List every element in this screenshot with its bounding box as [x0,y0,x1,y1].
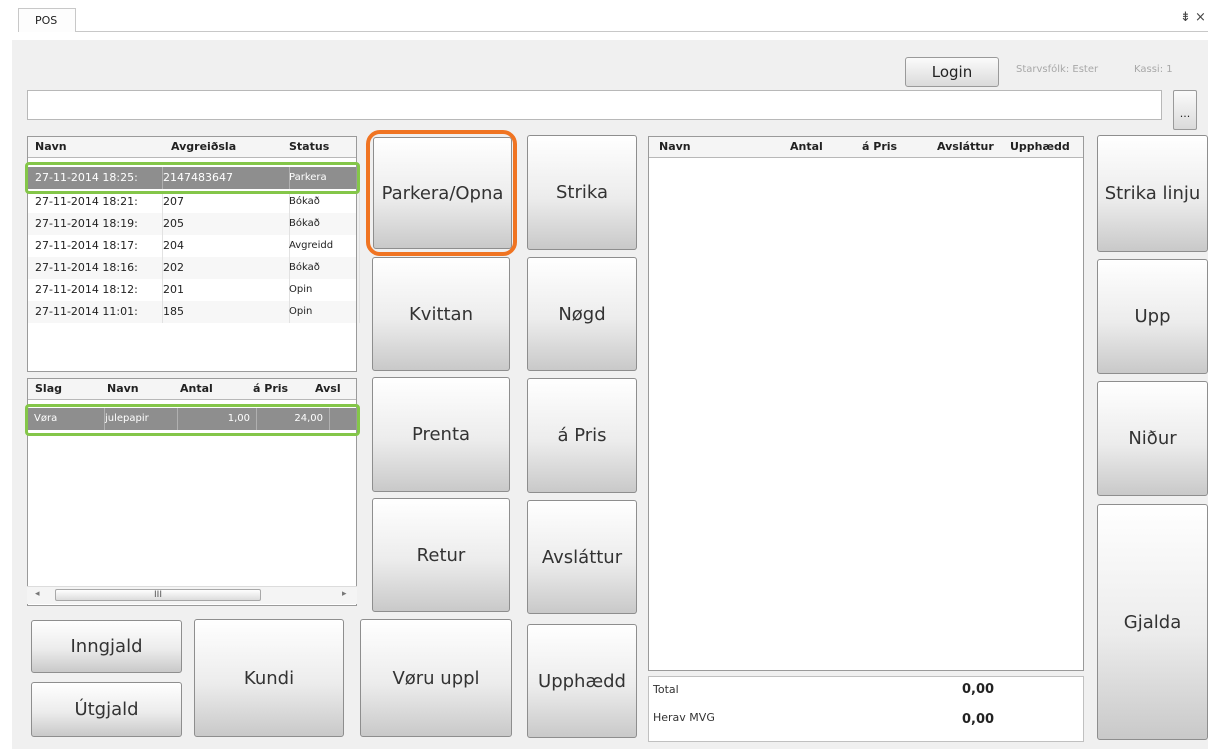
items-header: Slag Navn Antal á Pris Avsl [28,379,356,400]
a-pris-button[interactable]: á Pris [527,378,637,493]
tab-divider [76,31,1208,32]
tab-title: POS [35,14,58,27]
table-row[interactable]: 27-11-2014 18:12: 201 Opin [28,279,360,301]
cart-header: Navn Antal á Pris Avsláttur Upphædd [649,137,1083,158]
pin-close-icon[interactable]: ⇟ × [1180,10,1206,25]
register-label: Kassi: 1 [1134,64,1173,75]
column-header-navn[interactable]: Navn [35,137,155,157]
vat-value: 0,00 [962,712,995,727]
column-header-upphaedd[interactable]: Upphædd [1010,137,1082,157]
inngjald-button[interactable]: Inngjald [31,620,182,673]
kundi-button[interactable]: Kundi [194,619,344,737]
column-header-avslattur[interactable]: Avsláttur [937,137,1009,157]
column-header-avgreidsla[interactable]: Avgreiðsla [171,137,281,157]
voru-uppl-button[interactable]: Vøru uppl [360,619,512,737]
selected-item-highlight [25,404,360,436]
search-input[interactable] [27,90,1162,120]
nidur-button[interactable]: Niður [1097,381,1208,496]
upphaedd-button[interactable]: Upphædd [527,624,637,738]
column-header-status[interactable]: Status [289,137,349,157]
total-label: Total [653,683,679,696]
column-header-antal[interactable]: Antal [790,137,850,157]
scroll-left-icon[interactable]: ◂ [35,589,40,599]
scroll-thumb[interactable]: III [55,589,261,601]
vat-label: Herav MVG [653,711,715,724]
orders-header: Navn Avgreiðsla Status [28,137,356,158]
avslattur-button[interactable]: Avsláttur [527,500,637,614]
kvittan-button[interactable]: Kvittan [372,257,510,371]
upp-button[interactable]: Upp [1097,259,1208,374]
cart-grid: Navn Antal á Pris Avsláttur Upphædd [648,136,1084,671]
table-row[interactable]: 27-11-2014 18:16: 202 Bókað [28,257,360,279]
column-header-navn[interactable]: Navn [107,379,167,399]
column-header-a-pris[interactable]: á Pris [253,379,308,399]
strika-linju-button[interactable]: Strika linju [1097,135,1208,252]
totals-panel [648,676,1084,742]
staff-label: Starvsfólk: Ester [1016,64,1099,75]
column-header-antal[interactable]: Antal [180,379,235,399]
table-row[interactable]: 27-11-2014 18:19: 205 Bókað [28,213,360,235]
column-header-a-pris[interactable]: á Pris [862,137,922,157]
scroll-right-icon[interactable]: ▸ [342,589,347,599]
strika-button[interactable]: Strika [527,135,637,250]
tab-strip [0,0,1208,40]
utgjald-button[interactable]: Útgjald [31,682,182,737]
column-header-navn[interactable]: Navn [659,137,779,157]
tab-pos[interactable]: POS [18,8,76,32]
column-header-avsl[interactable]: Avsl [315,379,355,399]
table-row[interactable]: 27-11-2014 11:01: 185 Opin [28,301,360,323]
browse-button[interactable]: ... [1173,90,1197,130]
selected-order-highlight [25,162,360,194]
prenta-button[interactable]: Prenta [372,377,510,492]
gjalda-button[interactable]: Gjalda [1097,504,1208,740]
table-row[interactable]: 27-11-2014 18:17: 204 Avgreidd [28,235,360,257]
column-header-slag[interactable]: Slag [35,379,95,399]
retur-button[interactable]: Retur [372,498,510,612]
table-row[interactable]: 27-11-2014 18:21: 207 Bókað [28,191,360,213]
total-value: 0,00 [962,682,995,697]
nogd-button[interactable]: Nøgd [527,257,637,371]
login-button[interactable]: Login [905,57,999,87]
parkera-highlight [366,130,517,256]
